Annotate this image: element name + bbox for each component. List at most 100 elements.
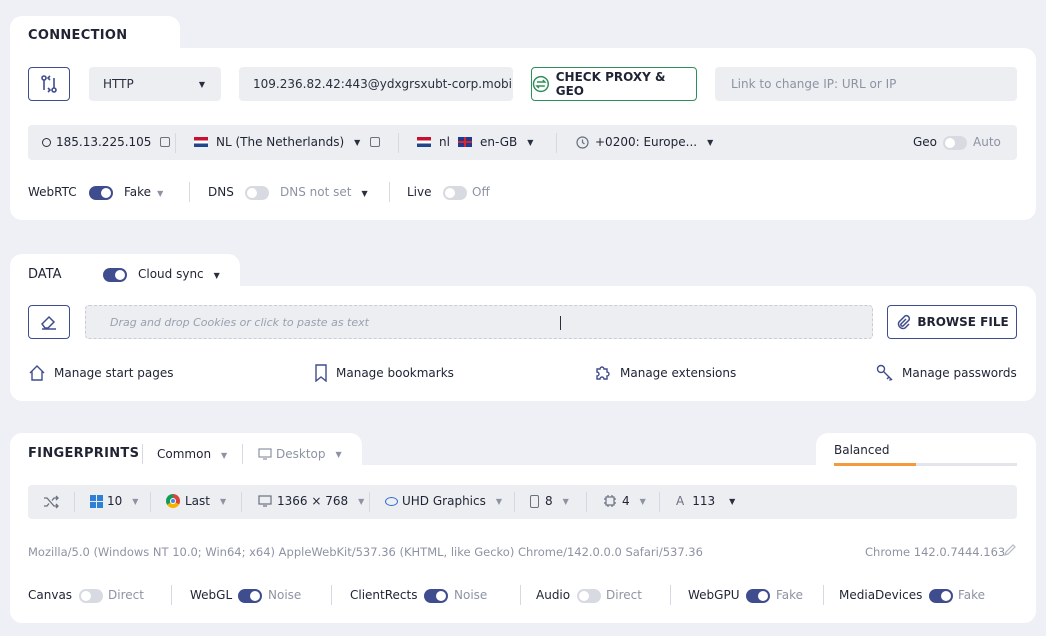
browse-file-button[interactable]: BROWSE FILE	[887, 305, 1017, 339]
chevron-down-icon: ▼	[707, 137, 714, 147]
chevron-down-icon: ▼	[729, 496, 736, 506]
manage-passwords-label: Manage passwords	[902, 366, 1017, 380]
chevron-down-icon: ▼	[562, 496, 569, 506]
chevron-down-icon: ▼	[157, 189, 164, 198]
pencil-icon[interactable]	[1003, 543, 1017, 557]
clock-icon	[576, 135, 589, 149]
locale-value: en-GB	[479, 135, 518, 149]
font-size-icon: A	[676, 494, 685, 508]
memory-select[interactable]: 8 ▼	[530, 494, 569, 508]
resolution-select[interactable]: 1366 × 768 ▼	[258, 494, 364, 508]
mediadevices-toggle[interactable]	[929, 589, 953, 603]
copy-icon[interactable]	[370, 137, 381, 147]
browser-build: Chrome 142.0.7444.163	[865, 545, 1006, 559]
mediadevices-value: Fake	[958, 588, 986, 602]
key-icon	[876, 364, 893, 381]
manage-start-pages-label: Manage start pages	[54, 366, 174, 380]
browser-select[interactable]: Last ▼	[166, 494, 226, 508]
chevron-down-icon: ▼	[213, 271, 220, 280]
connection-title: CONNECTION	[28, 28, 128, 43]
nl-flag-icon	[194, 137, 208, 147]
live-toggle[interactable]	[443, 186, 467, 200]
cookies-dropzone[interactable]: Drag and drop Cookies or click to paste …	[85, 305, 873, 339]
clientrects-toggle[interactable]	[424, 589, 448, 603]
proxy-type-value: HTTP	[103, 77, 134, 91]
cloud-sync-toggle[interactable]	[103, 268, 127, 282]
proxy-type-select[interactable]: HTTP ▼	[89, 67, 221, 101]
clientrects-value: Noise	[454, 588, 488, 602]
manage-passwords-link[interactable]: Manage passwords	[876, 364, 1017, 382]
geo-toggle[interactable]	[943, 136, 967, 150]
webgpu-toggle[interactable]	[746, 589, 770, 603]
puzzle-icon	[596, 366, 610, 380]
nl-flag-icon	[417, 137, 431, 147]
live-value: Off	[472, 185, 490, 199]
windows-icon	[90, 494, 103, 508]
paperclip-icon	[898, 314, 911, 330]
copy-icon[interactable]	[160, 137, 171, 147]
change-ip-placeholder: Link to change IP: URL or IP	[731, 77, 897, 91]
webgl-toggle[interactable]	[238, 589, 262, 603]
webrtc-label: WebRTC	[28, 185, 77, 199]
country-select[interactable]: NL (The Netherlands) ▼	[194, 135, 381, 149]
memory-icon	[530, 494, 539, 508]
dns-toggle[interactable]	[245, 186, 269, 200]
manage-bookmarks-label: Manage bookmarks	[336, 366, 454, 380]
manage-extensions-link[interactable]: Manage extensions	[594, 364, 736, 382]
shuffle-icon[interactable]	[43, 494, 59, 510]
audio-toggle[interactable]	[577, 589, 601, 603]
fonts-select[interactable]: A 113 ▼	[676, 494, 735, 508]
webgl-value: Noise	[268, 588, 302, 602]
gb-flag-icon	[457, 137, 472, 147]
webrtc-toggle[interactable]	[89, 186, 113, 200]
dns-label: DNS	[208, 185, 234, 199]
cpu-value: 4	[622, 494, 630, 508]
home-icon	[29, 365, 45, 381]
resolution-value: 1366 × 768	[277, 494, 349, 508]
dns-select[interactable]: DNS not set ▼	[280, 185, 368, 199]
clear-cookies-button[interactable]	[28, 305, 70, 339]
manage-start-pages-link[interactable]: Manage start pages	[28, 364, 173, 382]
mode-value: Common	[157, 447, 212, 461]
monitor-icon	[258, 495, 272, 507]
dns-value: DNS not set	[280, 185, 352, 199]
cpu-icon	[604, 495, 616, 507]
monitor-icon	[258, 448, 272, 460]
proxy-swap-button[interactable]	[28, 67, 70, 101]
geo-label: Geo	[913, 135, 938, 149]
proxy-input[interactable]: 109.236.82.42:443@ydxgrsxubt-corp.mobi	[239, 67, 513, 101]
gpu-select[interactable]: UHD Graphics ▼	[385, 494, 502, 508]
chevron-down-icon: ▼	[639, 496, 646, 506]
webrtc-select[interactable]: Fake ▼	[124, 185, 163, 199]
audio-label: Audio	[536, 588, 571, 602]
language-select[interactable]: nl en-GB ▼	[417, 135, 533, 149]
manage-extensions-label: Manage extensions	[620, 366, 737, 380]
check-proxy-label: CHECK PROXY & GEO	[555, 70, 666, 98]
memory-value: 8	[545, 494, 553, 508]
fingerprints-title: FINGERPRINTS	[28, 446, 140, 461]
chevron-down-icon: ▼	[361, 189, 368, 198]
preset-label[interactable]: Balanced	[834, 443, 889, 457]
user-agent-text[interactable]: Mozilla/5.0 (Windows NT 10.0; Win64; x64…	[28, 545, 703, 559]
live-label: Live	[407, 185, 432, 199]
mode-select[interactable]: Common ▼	[157, 447, 227, 461]
platform-value: Desktop	[276, 447, 326, 461]
cpu-select[interactable]: 4 ▼	[603, 494, 646, 508]
status-circle-icon	[42, 137, 51, 147]
intel-icon	[385, 496, 398, 506]
cloud-sync-select[interactable]: Cloud sync ▼	[138, 267, 220, 281]
clientrects-label: ClientRects	[350, 588, 418, 602]
chrome-icon	[166, 494, 180, 508]
timezone-select[interactable]: +0200: Europe... ▼	[576, 135, 713, 149]
refresh-circle-icon	[532, 75, 550, 93]
os-select[interactable]: 10 ▼	[90, 494, 138, 508]
mediadevices-label: MediaDevices	[839, 588, 923, 602]
check-proxy-button[interactable]: CHECK PROXY & GEO	[531, 67, 697, 101]
chevron-down-icon: ▼	[354, 137, 361, 147]
change-ip-input[interactable]: Link to change IP: URL or IP	[715, 67, 1017, 101]
canvas-toggle[interactable]	[79, 589, 103, 603]
data-card	[10, 286, 1036, 401]
fonts-count: 113	[692, 494, 716, 508]
platform-select[interactable]: Desktop ▼	[258, 447, 342, 461]
manage-bookmarks-link[interactable]: Manage bookmarks	[314, 364, 454, 382]
